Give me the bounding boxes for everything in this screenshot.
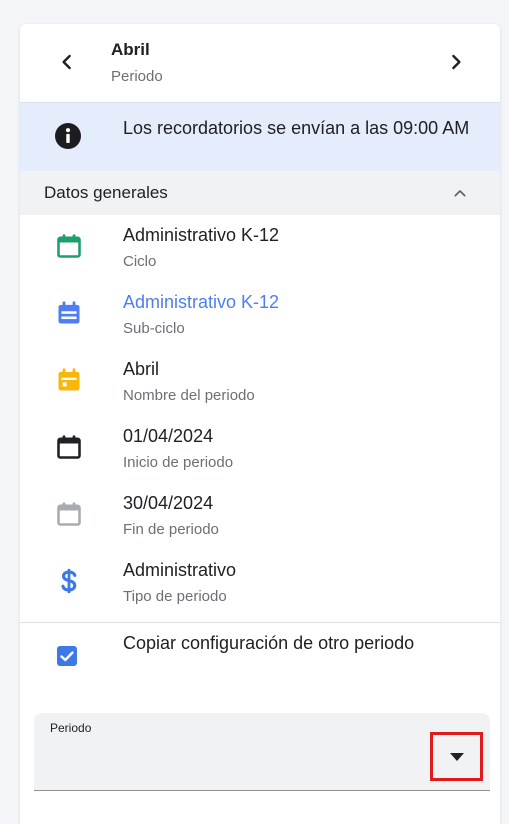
field-nombre-periodo: Abril Nombre del periodo <box>20 352 500 419</box>
field-subciclo: Administrativo K-12 Sub-ciclo <box>20 285 500 352</box>
dollar-icon <box>61 568 77 594</box>
section-title: Datos generales <box>44 183 168 202</box>
period-title: Abril <box>111 40 150 59</box>
chevron-right-icon <box>452 54 461 70</box>
info-icon <box>55 123 81 149</box>
field-label: Nombre del periodo <box>123 387 255 404</box>
previous-period-button[interactable] <box>52 44 82 80</box>
field-ciclo: Administrativo K-12 Ciclo <box>20 218 500 285</box>
period-panel: Abril Periodo Los recordatorios se envía… <box>20 24 500 824</box>
period-select[interactable]: Periodo <box>34 713 490 791</box>
field-fin-periodo: 30/04/2024 Fin de periodo <box>20 486 500 553</box>
calendar-icon <box>58 301 80 324</box>
calendar-blank-icon <box>57 234 81 258</box>
field-value: Administrativo K-12 <box>123 225 280 245</box>
chevron-up-icon[interactable] <box>452 185 468 201</box>
field-label: Inicio de periodo <box>123 454 234 471</box>
divider <box>20 622 500 623</box>
calendar-icon <box>58 368 80 391</box>
field-value-link[interactable]: Administrativo K-12 <box>123 292 279 313</box>
calendar-blank-icon <box>57 502 81 526</box>
chevron-left-icon <box>62 54 71 70</box>
field-label: Fin de periodo <box>123 521 219 538</box>
copy-config-option[interactable]: Copiar configuración de otro periodo <box>20 624 500 694</box>
field-inicio-periodo: 01/04/2024 Inicio de periodo <box>20 419 500 486</box>
field-label: Tipo de periodo <box>123 588 227 605</box>
field-value: 01/04/2024 <box>123 426 214 446</box>
field-label: Ciclo <box>123 253 157 270</box>
period-subtitle: Periodo <box>111 68 163 85</box>
reminder-banner: Los recordatorios se envían a las 09:00 … <box>20 102 500 172</box>
next-period-button[interactable] <box>441 44 471 80</box>
field-tipo-periodo: Administrativo Tipo de periodo <box>20 553 500 620</box>
copy-config-label[interactable]: Copiar configuración de otro periodo <box>123 629 453 657</box>
calendar-blank-icon <box>57 435 81 459</box>
copy-config-checkbox[interactable] <box>57 646 77 666</box>
period-header: Abril Periodo <box>20 24 500 102</box>
period-select-label: Periodo <box>50 721 92 735</box>
field-value: Abril <box>123 359 160 379</box>
general-data-section-header[interactable]: Datos generales <box>20 171 500 215</box>
field-value: Administrativo <box>123 560 237 580</box>
check-icon <box>60 651 74 662</box>
field-value: 30/04/2024 <box>123 493 214 513</box>
field-label: Sub-ciclo <box>123 320 185 337</box>
reminder-text: Los recordatorios se envían a las 09:00 … <box>123 118 470 138</box>
period-dropdown-button[interactable] <box>430 732 483 781</box>
caret-down-icon <box>449 752 464 761</box>
